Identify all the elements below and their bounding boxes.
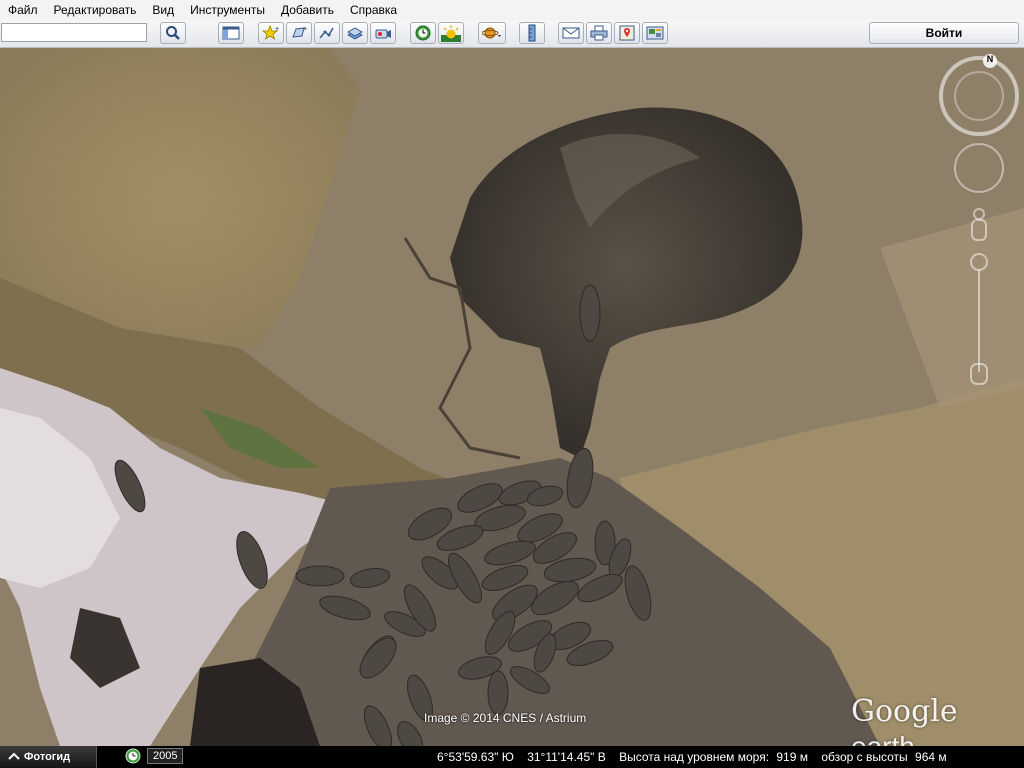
svg-text:+: + xyxy=(303,26,307,33)
longitude: 31°11'14.45" В xyxy=(527,750,606,764)
toolbar: + + Войти xyxy=(0,20,1024,48)
tour-guide-button[interactable]: Фотогид xyxy=(0,746,97,768)
print-button[interactable] xyxy=(586,22,612,44)
imagery-attribution: Image © 2014 CNES / Astrium xyxy=(424,711,587,725)
imagery-year: 2005 xyxy=(147,748,184,764)
menu-help[interactable]: Справка xyxy=(342,0,405,20)
satellite-imagery xyxy=(0,48,1024,746)
google-earth-logo: Google earth xyxy=(851,694,1024,746)
menu-edit[interactable]: Редактировать xyxy=(46,0,145,20)
add-placemark-button[interactable]: + xyxy=(258,22,284,44)
record-tour-button[interactable] xyxy=(370,22,396,44)
add-overlay-button[interactable] xyxy=(342,22,368,44)
sidebar-button[interactable] xyxy=(218,22,244,44)
logo-google-text: Google xyxy=(851,694,958,729)
clock-icon xyxy=(125,748,141,764)
historical-imagery-icon xyxy=(415,25,431,41)
record-tour-icon xyxy=(375,29,391,39)
ruler-icon xyxy=(528,24,536,42)
path-icon xyxy=(319,27,334,39)
email-button[interactable] xyxy=(558,22,584,44)
menu-bar: Файл Редактировать Вид Инструменты Добав… xyxy=(0,0,1024,20)
tour-guide-label: Фотогид xyxy=(24,751,71,763)
map-view[interactable]: N Image © 2014 CNES / Astrium Google ear… xyxy=(0,48,1024,746)
compass-north-label: N xyxy=(986,54,994,64)
ruler-button[interactable] xyxy=(519,22,545,44)
status-bar: Фотогид 2005 6°53'59.63" Ю 31°11'14.45" … xyxy=(0,746,1024,768)
overlay-icon xyxy=(347,27,363,40)
eye-altitude-value: 964 м xyxy=(915,750,947,764)
elevation-value: 919 м xyxy=(776,750,808,764)
maps-icon xyxy=(619,25,635,41)
search-button[interactable] xyxy=(160,22,186,44)
sidebar-icon xyxy=(222,26,240,40)
google-maps-button[interactable] xyxy=(614,22,640,44)
add-path-button[interactable] xyxy=(314,22,340,44)
search-input[interactable] xyxy=(1,23,147,42)
save-image-icon xyxy=(646,26,664,40)
latitude: 6°53'59.63" Ю xyxy=(437,750,514,764)
menu-tools[interactable]: Инструменты xyxy=(182,0,273,20)
print-icon xyxy=(590,25,608,41)
login-button[interactable]: Войти xyxy=(869,22,1019,44)
email-icon xyxy=(562,27,580,39)
placemark-icon: + xyxy=(262,25,279,40)
planets-icon xyxy=(482,27,501,39)
menu-add[interactable]: Добавить xyxy=(273,0,342,20)
historical-imagery-button[interactable] xyxy=(410,22,436,44)
save-image-button[interactable] xyxy=(642,22,668,44)
planets-button[interactable] xyxy=(478,22,506,44)
search-icon xyxy=(166,26,180,40)
sunlight-icon xyxy=(441,25,461,42)
add-polygon-button[interactable]: + xyxy=(286,22,312,44)
logo-earth-text: earth xyxy=(851,731,915,746)
historical-imagery-date[interactable]: 2005 xyxy=(125,748,184,764)
eye-altitude-label: обзор с высоты xyxy=(821,750,908,764)
elevation-label: Высота над уровнем моря: xyxy=(619,750,770,764)
menu-file[interactable]: Файл xyxy=(0,0,46,20)
chevron-up-icon xyxy=(8,752,20,760)
polygon-icon: + xyxy=(292,26,307,38)
navigation-controls[interactable] xyxy=(937,54,1021,394)
coordinates-readout: 6°53'59.63" Ю 31°11'14.45" В Высота над … xyxy=(437,750,957,764)
menu-view[interactable]: Вид xyxy=(144,0,182,20)
sunlight-button[interactable] xyxy=(438,22,464,44)
svg-text:+: + xyxy=(275,26,279,33)
